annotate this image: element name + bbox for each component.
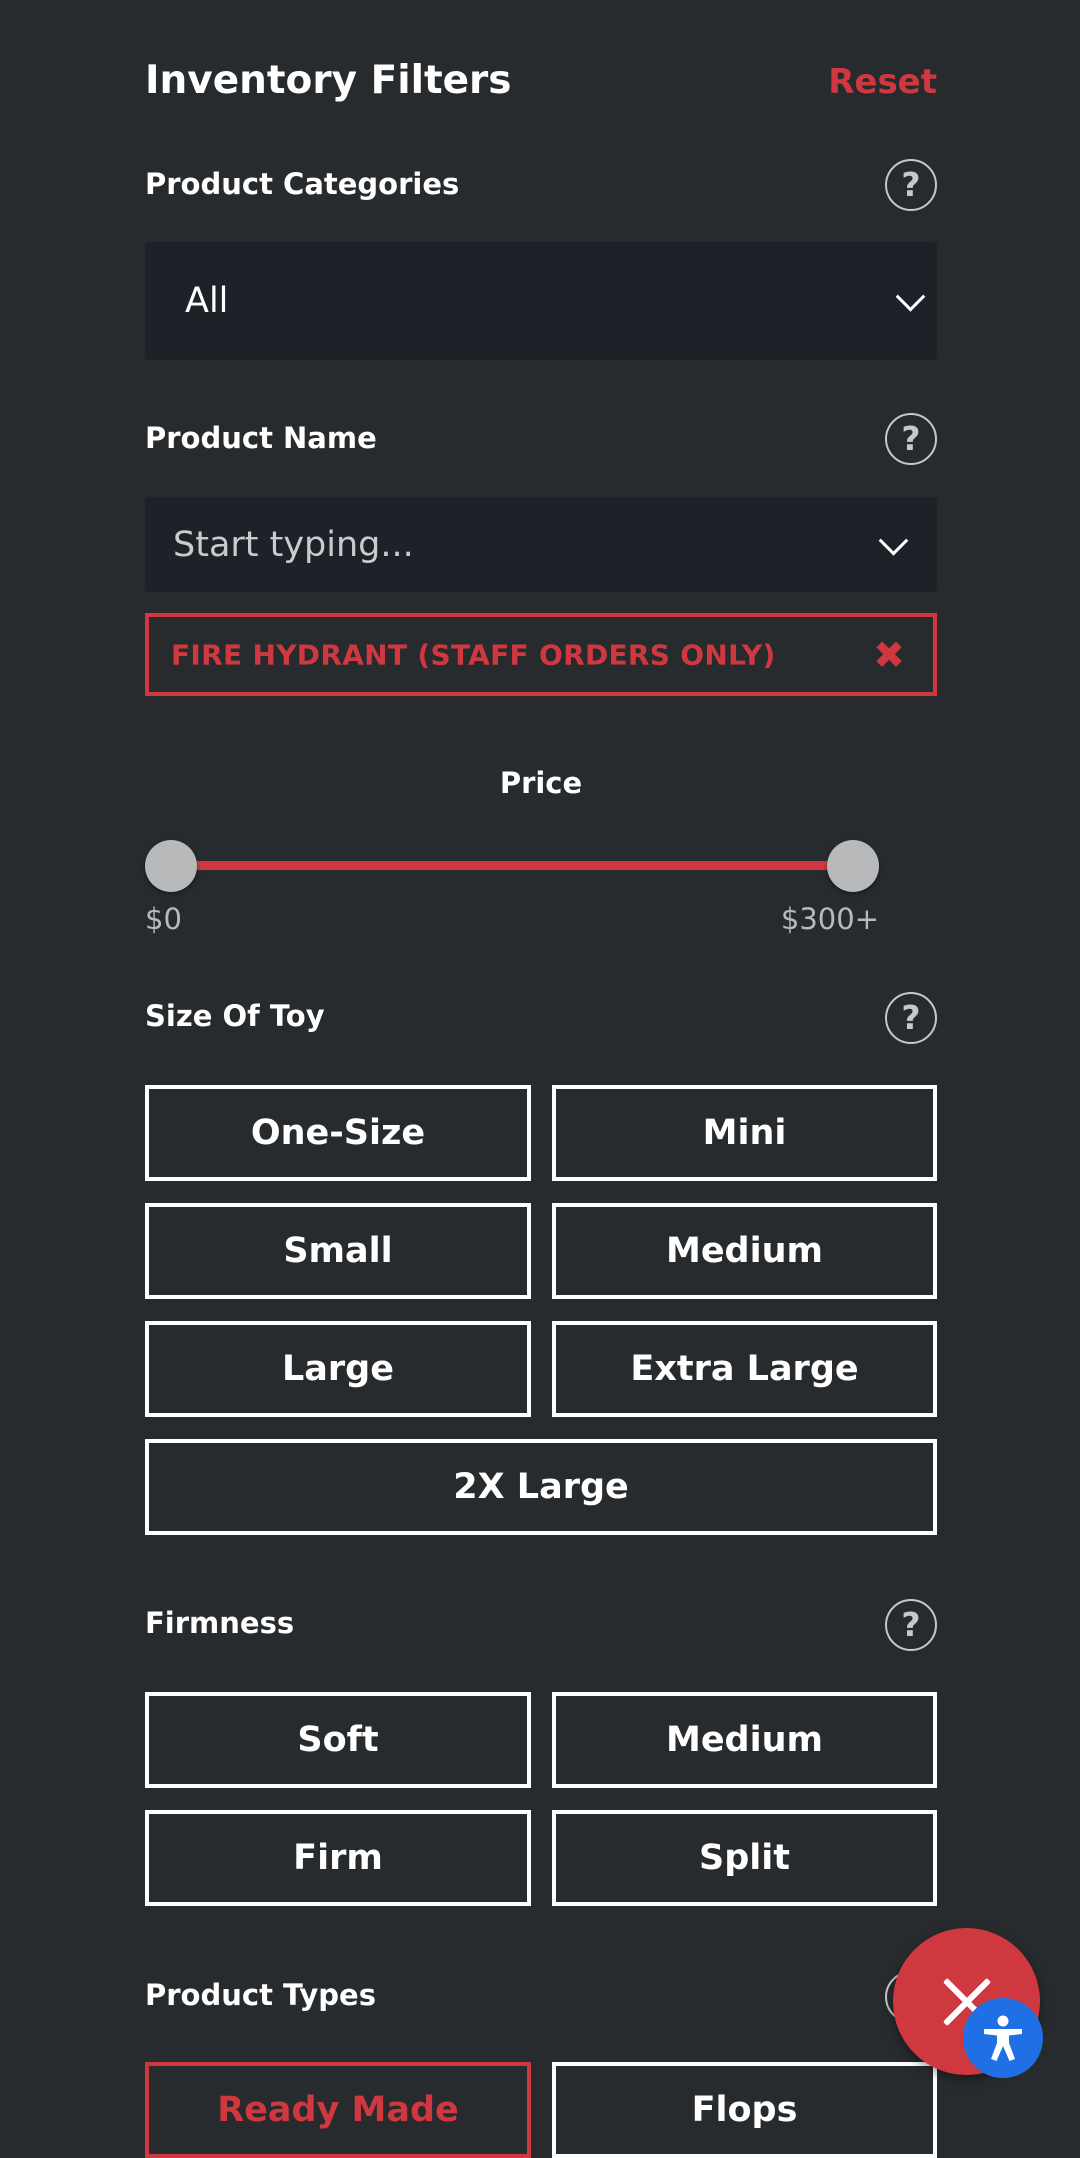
size-of-toy-help-icon[interactable]: ?	[885, 992, 937, 1044]
reset-button[interactable]: Reset	[828, 62, 937, 102]
firmness-option-firm[interactable]: Firm	[145, 1810, 531, 1906]
size-option-large[interactable]: Large	[145, 1321, 531, 1417]
product-type-option-ready-made[interactable]: Ready Made	[145, 2062, 531, 2158]
price-slider-track[interactable]	[169, 861, 877, 870]
page-title: Inventory Filters	[145, 58, 512, 103]
product-name-label: Product Name	[145, 421, 377, 455]
filters-header: Inventory Filters Reset	[145, 58, 937, 114]
chevron-down-icon	[895, 281, 926, 312]
product-type-option-flops[interactable]: Flops	[552, 2062, 937, 2158]
remove-tag-icon[interactable]: ✖	[873, 633, 905, 677]
price-slider-max-handle[interactable]	[827, 840, 879, 892]
price-label: Price	[499, 766, 583, 800]
price-max-label: $300+	[780, 902, 879, 936]
accessibility-icon	[984, 2015, 1022, 2061]
size-option-mini[interactable]: Mini	[552, 1085, 937, 1181]
size-option-one-size[interactable]: One-Size	[145, 1085, 531, 1181]
selected-product-tag-label: FIRE HYDRANT (STAFF ORDERS ONLY)	[171, 638, 776, 671]
product-name-placeholder: Start typing...	[173, 524, 414, 565]
chevron-down-icon	[878, 525, 909, 556]
product-categories-value: All	[185, 281, 229, 321]
size-option-extra-large[interactable]: Extra Large	[552, 1321, 937, 1417]
size-option-medium[interactable]: Medium	[552, 1203, 937, 1299]
product-name-input[interactable]: Start typing...	[145, 497, 937, 592]
product-name-help-icon[interactable]: ?	[885, 413, 937, 465]
product-categories-label: Product Categories	[145, 167, 460, 201]
product-categories-help-icon[interactable]: ?	[885, 159, 937, 211]
selected-product-tag: FIRE HYDRANT (STAFF ORDERS ONLY) ✖	[145, 613, 937, 696]
size-option-small[interactable]: Small	[145, 1203, 531, 1299]
firmness-option-soft[interactable]: Soft	[145, 1692, 531, 1788]
price-slider-min-handle[interactable]	[145, 840, 197, 892]
product-types-label: Product Types	[145, 1978, 376, 2012]
product-categories-select[interactable]: All	[145, 242, 937, 360]
firmness-help-icon[interactable]: ?	[885, 1599, 937, 1651]
accessibility-button[interactable]	[963, 1998, 1043, 2078]
price-min-label: $0	[145, 902, 182, 936]
firmness-option-medium[interactable]: Medium	[552, 1692, 937, 1788]
firmness-label: Firmness	[145, 1606, 295, 1640]
firmness-option-split[interactable]: Split	[552, 1810, 937, 1906]
size-option-2x-large[interactable]: 2X Large	[145, 1439, 937, 1535]
size-of-toy-label: Size Of Toy	[145, 999, 325, 1033]
